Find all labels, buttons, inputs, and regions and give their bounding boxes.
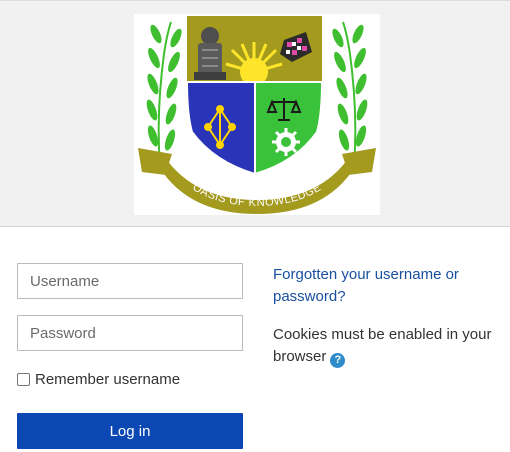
cookies-notice-text: Cookies must be enabled in your browser <box>273 326 492 365</box>
left-laurel-icon <box>146 21 182 167</box>
cookies-notice: Cookies must be enabled in your browser? <box>273 324 503 368</box>
remember-username-label[interactable]: Remember username <box>35 371 180 388</box>
right-laurel-icon <box>332 21 368 167</box>
university-crest-image: OASIS OF KNOWLEDGE <box>138 16 376 214</box>
question-circle-icon[interactable]: ? <box>330 353 346 368</box>
username-input[interactable] <box>17 263 243 299</box>
logo-header: OASIS OF KNOWLEDGE <box>0 0 510 227</box>
gear-icon <box>272 128 300 156</box>
forgot-username-password-link[interactable]: Forgotten your username or password? <box>273 264 493 308</box>
remember-username-row[interactable]: Remember username <box>17 369 180 389</box>
remember-username-checkbox[interactable] <box>17 372 30 386</box>
login-page: OASIS OF KNOWLEDGE Remember username Log… <box>0 0 510 452</box>
login-button[interactable]: Log in <box>17 413 243 449</box>
university-logo: OASIS OF KNOWLEDGE <box>134 14 380 215</box>
password-input[interactable] <box>17 315 243 351</box>
